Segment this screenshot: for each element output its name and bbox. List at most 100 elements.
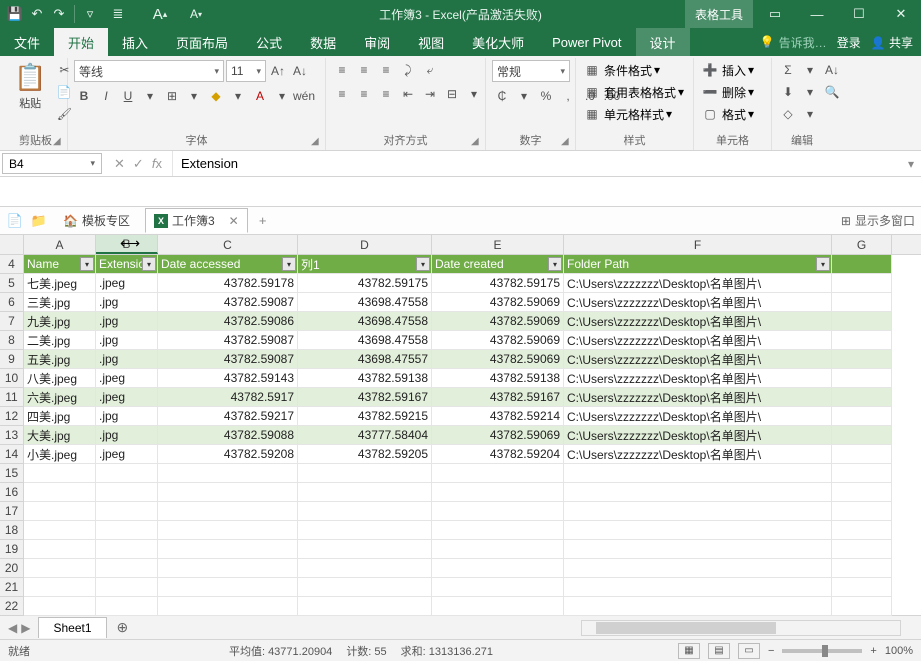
new-doc-icon[interactable]: 📄 [6, 212, 24, 230]
table-header[interactable]: Folder Path▾ [564, 255, 832, 274]
cell[interactable]: .jpg [96, 312, 158, 331]
row-header[interactable]: 22 [0, 597, 23, 616]
table-header[interactable]: 列1▾ [298, 255, 432, 274]
cell[interactable] [298, 521, 432, 540]
border-icon[interactable]: ⊞ [162, 86, 182, 106]
tab-data[interactable]: 数据 [296, 28, 350, 56]
tab-layout[interactable]: 页面布局 [162, 28, 242, 56]
row-header[interactable]: 20 [0, 559, 23, 578]
cell[interactable]: .jpg [96, 350, 158, 369]
clear-icon[interactable]: ◇ [778, 104, 798, 124]
view-layout-icon[interactable]: ▤ [708, 643, 730, 659]
cell[interactable]: 八美.jpeg [24, 369, 96, 388]
cell[interactable] [298, 540, 432, 559]
cell[interactable] [832, 293, 892, 312]
cell[interactable] [564, 540, 832, 559]
orientation-icon[interactable]: ⤸ [398, 60, 418, 80]
cell[interactable]: 43782.59167 [298, 388, 432, 407]
italic-icon[interactable]: I [96, 86, 116, 106]
table-row[interactable]: 九美.jpg.jpg43782.5908643698.4755843782.59… [24, 312, 921, 331]
cell[interactable] [564, 483, 832, 502]
name-box[interactable]: B4▾ [2, 153, 102, 174]
multi-window-label[interactable]: 显示多窗口 [855, 212, 915, 229]
row-header[interactable]: 5 [0, 274, 23, 293]
row-header[interactable]: 14 [0, 445, 23, 464]
cell[interactable]: 43782.59178 [158, 274, 298, 293]
cell[interactable]: 43782.59143 [158, 369, 298, 388]
cell[interactable] [832, 388, 892, 407]
expand-fx-icon[interactable]: ▾ [901, 151, 921, 176]
row-header[interactable]: 18 [0, 521, 23, 540]
cell-style-button[interactable]: ▦单元格样式 ▾ [582, 104, 672, 124]
cell[interactable] [564, 578, 832, 597]
cell[interactable] [832, 540, 892, 559]
cell[interactable]: 43782.59205 [298, 445, 432, 464]
cell[interactable]: 43782.59167 [432, 388, 564, 407]
table-row[interactable]: 四美.jpg.jpg43782.5921743782.5921543782.59… [24, 407, 921, 426]
view-break-icon[interactable]: ▭ [738, 643, 760, 659]
cell[interactable] [96, 521, 158, 540]
cell[interactable] [96, 540, 158, 559]
delete-button[interactable]: ➖删除 ▾ [700, 82, 754, 102]
cell[interactable] [564, 597, 832, 616]
cell[interactable]: 43782.5917 [158, 388, 298, 407]
row-header[interactable]: 6 [0, 293, 23, 312]
cell[interactable]: 43782.59217 [158, 407, 298, 426]
add-tab-icon[interactable]: + [254, 212, 272, 230]
table-header[interactable]: Date created▾ [432, 255, 564, 274]
cond-format-button[interactable]: ▦条件格式 ▾ [582, 60, 660, 80]
percent-icon[interactable]: % [536, 86, 556, 106]
cell[interactable] [24, 502, 96, 521]
horizontal-scrollbar[interactable] [581, 620, 901, 636]
cell[interactable] [96, 483, 158, 502]
col-header[interactable]: C [158, 235, 298, 254]
cell[interactable] [832, 426, 892, 445]
find-icon[interactable]: 🔍 [822, 82, 842, 102]
table-row[interactable]: 小美.jpeg.jpeg43782.5920843782.5920543782.… [24, 445, 921, 464]
font-shrink-icon[interactable]: A↓ [290, 61, 310, 81]
share-button[interactable]: 👤 共享 [871, 34, 913, 51]
zoom-out-icon[interactable]: − [768, 645, 774, 657]
phonetic-icon[interactable]: wén [294, 86, 314, 106]
tab-design[interactable]: 设计 [636, 28, 690, 56]
cell[interactable] [158, 559, 298, 578]
cell[interactable] [96, 502, 158, 521]
cell[interactable] [24, 578, 96, 597]
number-format-combo[interactable]: 常规▾ [492, 60, 570, 82]
cell[interactable] [832, 274, 892, 293]
row-header[interactable]: 13 [0, 426, 23, 445]
tab-file[interactable]: 文件 [0, 28, 54, 56]
qat-icon2[interactable]: ≣ [109, 5, 127, 23]
cell[interactable]: C:\Users\zzzzzzz\Desktop\名单图片\ [564, 331, 832, 350]
filter-icon[interactable]: ▾ [548, 257, 562, 271]
tab-home[interactable]: 开始 [54, 28, 108, 56]
dialog-launcher-icon[interactable]: ◢ [311, 136, 323, 148]
cell[interactable]: 小美.jpeg [24, 445, 96, 464]
wrap-icon[interactable]: ⤶ [420, 60, 440, 80]
cell[interactable] [832, 369, 892, 388]
sort-icon[interactable]: A↓ [822, 60, 842, 80]
tab-formula[interactable]: 公式 [242, 28, 296, 56]
filter-icon[interactable]: ▾ [816, 257, 830, 271]
cell[interactable]: C:\Users\zzzzzzz\Desktop\名单图片\ [564, 312, 832, 331]
add-sheet-icon[interactable]: ⊕ [107, 619, 139, 636]
underline-icon[interactable]: U [118, 86, 138, 106]
cell[interactable] [24, 464, 96, 483]
fx-icon[interactable]: fx [152, 156, 162, 171]
cell[interactable]: C:\Users\zzzzzzz\Desktop\名单图片\ [564, 274, 832, 293]
save-icon[interactable]: 💾 [6, 5, 24, 23]
cell[interactable] [24, 559, 96, 578]
col-header[interactable]: A [24, 235, 96, 254]
row-header[interactable]: 7 [0, 312, 23, 331]
table-format-button[interactable]: ▦套用表格格式 ▾ [582, 82, 684, 102]
cell[interactable] [158, 502, 298, 521]
cell[interactable]: 43782.59069 [432, 426, 564, 445]
sum-icon[interactable]: Σ [778, 60, 798, 80]
cell[interactable] [298, 502, 432, 521]
cell[interactable] [432, 464, 564, 483]
cell[interactable] [564, 502, 832, 521]
table-header[interactable]: Date accessed▾ [158, 255, 298, 274]
cell[interactable] [298, 559, 432, 578]
font-inc-icon[interactable]: A▴ [151, 5, 169, 23]
cell[interactable]: 43782.59087 [158, 350, 298, 369]
